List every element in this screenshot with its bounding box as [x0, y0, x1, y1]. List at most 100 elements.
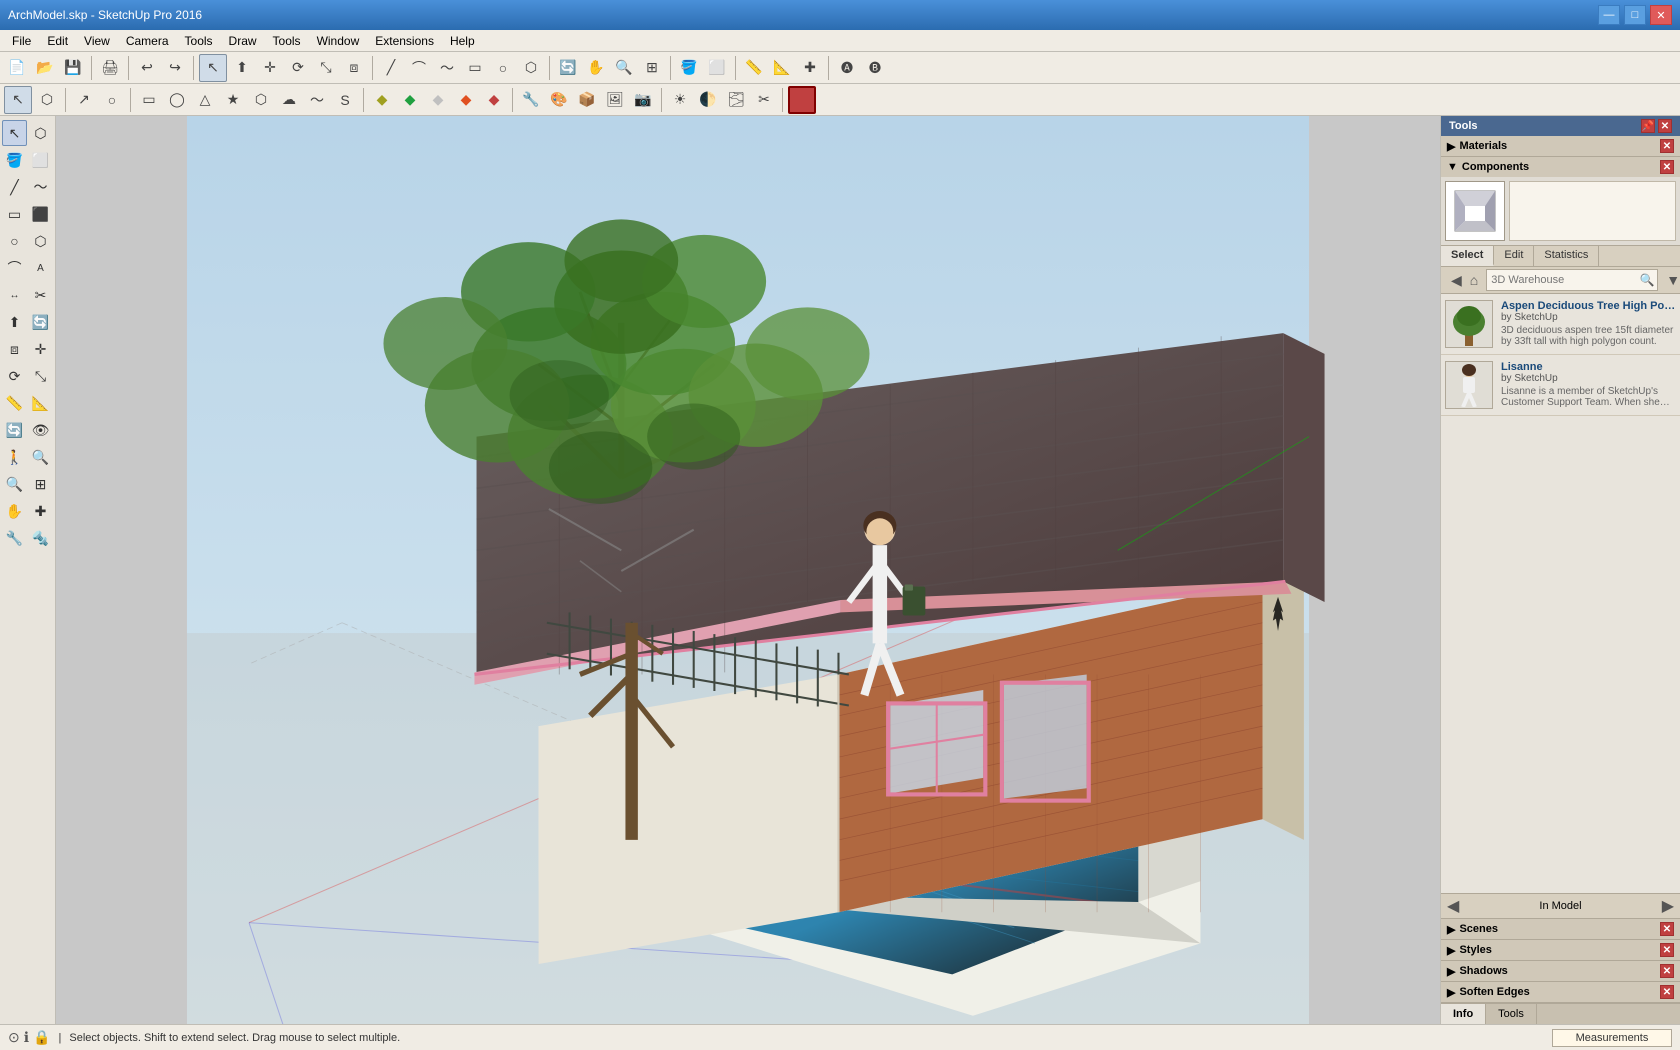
rect-btn[interactable]: ▭: [462, 55, 488, 81]
arc-tool[interactable]: ⌒: [2, 255, 27, 281]
panel-forward-icon[interactable]: ▶: [1662, 896, 1674, 916]
zoom-window-tool[interactable]: 🔍: [2, 471, 27, 497]
pan-tool[interactable]: ✋: [2, 498, 27, 524]
new-button[interactable]: 📄: [4, 55, 30, 81]
bottom-tab-info[interactable]: Info: [1441, 1004, 1486, 1024]
eraser-tool[interactable]: ⬜: [28, 147, 53, 173]
fog-btn[interactable]: 🌫: [723, 87, 749, 113]
zoom-extents-tool[interactable]: ⊞: [28, 471, 53, 497]
minimize-button[interactable]: —: [1598, 5, 1620, 25]
paint-tool[interactable]: 🪣: [2, 147, 27, 173]
push-pull-btn[interactable]: ⬆: [229, 55, 255, 81]
close-button[interactable]: ✕: [1650, 5, 1672, 25]
zoom-tool[interactable]: 🔍: [28, 444, 53, 470]
protractor-tool[interactable]: 📐: [28, 390, 53, 416]
polygon-btn[interactable]: ⬡: [518, 55, 544, 81]
line-tool[interactable]: ╱: [2, 174, 27, 200]
ext-btn1[interactable]: 🅐: [834, 55, 860, 81]
component-btn[interactable]: ⬡: [34, 87, 60, 113]
line-btn[interactable]: ╱: [378, 55, 404, 81]
scale-btn[interactable]: ⤡: [313, 55, 339, 81]
view-scene-btn[interactable]: 📷: [630, 87, 656, 113]
materials-header[interactable]: ▶ Materials ✕: [1441, 136, 1680, 156]
diamond3-btn[interactable]: ◆: [425, 87, 451, 113]
diamond5-btn[interactable]: ◆: [481, 87, 507, 113]
status-icon-1[interactable]: ⊙: [8, 1029, 20, 1046]
tab-edit[interactable]: Edit: [1494, 246, 1534, 266]
open-button[interactable]: 📂: [32, 55, 58, 81]
pan-btn[interactable]: ✋: [583, 55, 609, 81]
canvas-area[interactable]: [56, 116, 1440, 1024]
axes-btn[interactable]: ✚: [797, 55, 823, 81]
tape-btn[interactable]: 📏: [741, 55, 767, 81]
undo-button[interactable]: ↩: [134, 55, 160, 81]
component-item-tree[interactable]: Aspen Deciduous Tree High Pol... by Sket…: [1441, 294, 1680, 355]
menu-file[interactable]: File: [4, 32, 39, 50]
menu-camera[interactable]: Camera: [118, 32, 177, 50]
styles-section-header[interactable]: ▶ Styles ✕: [1441, 940, 1680, 961]
menu-extensions[interactable]: Extensions: [367, 32, 442, 50]
panel-back-icon[interactable]: ◀: [1447, 896, 1459, 916]
tab-select[interactable]: Select: [1441, 246, 1494, 266]
print-button[interactable]: 🖨: [97, 55, 123, 81]
view-ext-btn[interactable]: 🔧: [518, 87, 544, 113]
addon-tool2[interactable]: 🔩: [28, 525, 53, 551]
offset-btn[interactable]: ⧈: [341, 55, 367, 81]
menu-draw[interactable]: Draw: [221, 32, 265, 50]
poly2-btn[interactable]: △: [192, 87, 218, 113]
red-swatch-btn[interactable]: [788, 86, 816, 114]
materials-close-btn[interactable]: ✕: [1660, 139, 1674, 153]
menu-edit[interactable]: Edit: [39, 32, 76, 50]
ext-btn2[interactable]: 🅑: [862, 55, 888, 81]
status-icon-2[interactable]: ℹ: [24, 1029, 29, 1046]
move-btn[interactable]: ✛: [257, 55, 283, 81]
paint-btn[interactable]: 🪣: [676, 55, 702, 81]
menu-help[interactable]: Help: [442, 32, 483, 50]
section-plane-tool[interactable]: ✂: [28, 282, 53, 308]
scenes-section-header[interactable]: ▶ Scenes ✕: [1441, 919, 1680, 940]
redo-button[interactable]: ↪: [162, 55, 188, 81]
tools-panel-close[interactable]: ✕: [1658, 119, 1672, 133]
menu-view[interactable]: View: [76, 32, 118, 50]
component-select-tool[interactable]: ⬡: [28, 120, 53, 146]
rotate-btn[interactable]: ⟳: [285, 55, 311, 81]
select-tool[interactable]: ↖: [2, 120, 27, 146]
circle-btn[interactable]: ○: [490, 55, 516, 81]
nav-back-btn[interactable]: ◀: [1447, 272, 1466, 289]
text-tool[interactable]: A: [28, 255, 53, 281]
status-icon-3[interactable]: 🔒: [33, 1029, 50, 1046]
tape-tool[interactable]: 📏: [2, 390, 27, 416]
lasso-btn[interactable]: ○: [99, 87, 125, 113]
look-around-tool[interactable]: 👁: [28, 417, 53, 443]
scale-tool[interactable]: ⤡: [28, 363, 53, 389]
rotate-tool[interactable]: ⟳: [2, 363, 27, 389]
view-comp-btn[interactable]: 📦: [574, 87, 600, 113]
save-button[interactable]: 💾: [60, 55, 86, 81]
diamond4-btn[interactable]: ◆: [453, 87, 479, 113]
eraser-btn[interactable]: ⬜: [704, 55, 730, 81]
menu-tools[interactable]: Tools: [177, 32, 221, 50]
styles-close[interactable]: ✕: [1660, 943, 1674, 957]
diamond2-btn[interactable]: ◆: [397, 87, 423, 113]
scenes-close[interactable]: ✕: [1660, 922, 1674, 936]
tools-panel-pin[interactable]: 📌: [1641, 119, 1655, 133]
maximize-button[interactable]: □: [1624, 5, 1646, 25]
polygon-tool[interactable]: ⬡: [28, 228, 53, 254]
tab-statistics[interactable]: Statistics: [1534, 246, 1599, 266]
wave-btn[interactable]: 〜: [304, 87, 330, 113]
hex-btn[interactable]: ⬡: [248, 87, 274, 113]
addon-tool1[interactable]: 🔧: [2, 525, 27, 551]
soften-edges-section-header[interactable]: ▶ Soften Edges ✕: [1441, 982, 1680, 1003]
star-btn[interactable]: ★: [220, 87, 246, 113]
view-mat-btn[interactable]: 🎨: [546, 87, 572, 113]
soften-edges-close[interactable]: ✕: [1660, 985, 1674, 999]
search-btn[interactable]: 🔍: [1637, 270, 1657, 290]
shadows-close[interactable]: ✕: [1660, 964, 1674, 978]
protractor-btn[interactable]: 📐: [769, 55, 795, 81]
nav-home-btn[interactable]: ⌂: [1466, 272, 1482, 288]
zoom-extent-btn[interactable]: ⊞: [639, 55, 665, 81]
shadow-btn[interactable]: 🌓: [695, 87, 721, 113]
menu-tools2[interactable]: Tools: [265, 32, 309, 50]
menu-window[interactable]: Window: [309, 32, 368, 50]
arc-btn[interactable]: ⌒: [406, 55, 432, 81]
